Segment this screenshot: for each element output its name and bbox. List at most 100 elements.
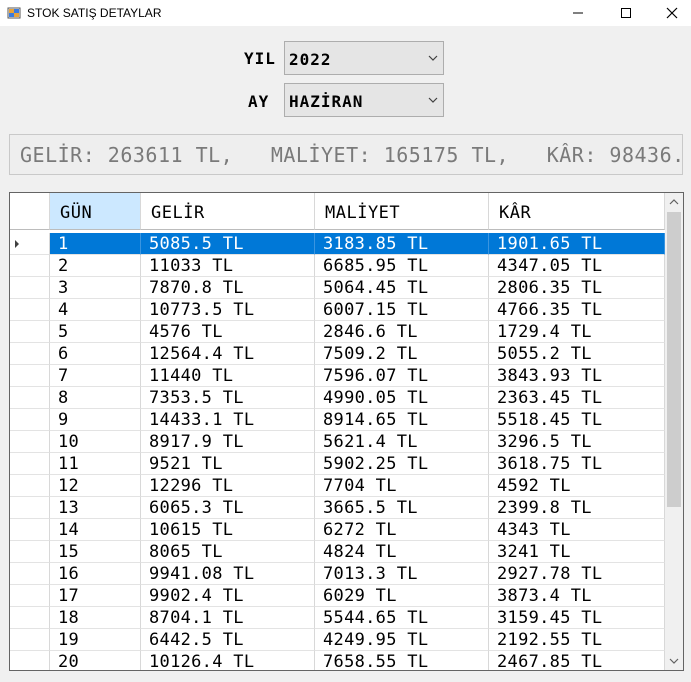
row-header[interactable] [10,321,50,343]
cell-revenue[interactable]: 11033 TL [141,255,315,277]
summary-textbox[interactable]: GELİR: 263611 TL, MALİYET: 165175 TL, KÂ… [9,134,683,175]
row-header[interactable] [10,563,50,585]
cell-revenue[interactable]: 8917.9 TL [141,431,315,453]
month-select[interactable]: HAZİRAN [284,83,444,117]
row-header[interactable] [10,475,50,497]
cell-cost[interactable]: 7596.07 TL [315,365,489,387]
row-header[interactable] [10,277,50,299]
cell-profit[interactable]: 3843.93 TL [489,365,665,387]
cell-profit[interactable]: 2806.35 TL [489,277,665,299]
table-row[interactable]: 6 12564.4 TL 7509.2 TL 5055.2 TL [10,343,665,365]
cell-day[interactable]: 2 [50,255,141,277]
row-header[interactable] [10,541,50,563]
scrollbar-thumb[interactable] [667,212,681,507]
table-row[interactable]: 8 7353.5 TL 4990.05 TL 2363.45 TL [10,387,665,409]
row-header[interactable] [10,299,50,321]
cell-revenue[interactable]: 11440 TL [141,365,315,387]
cell-day[interactable]: 12 [50,475,141,497]
cell-revenue[interactable]: 4576 TL [141,321,315,343]
cell-cost[interactable]: 4990.05 TL [315,387,489,409]
cell-revenue[interactable]: 7353.5 TL [141,387,315,409]
vertical-scrollbar[interactable] [665,193,683,670]
table-row[interactable]: 20 10126.4 TL 7658.55 TL 2467.85 TL [10,651,665,670]
row-header[interactable] [10,343,50,365]
table-row[interactable]: 13 6065.3 TL 3665.5 TL 2399.8 TL [10,497,665,519]
cell-cost[interactable]: 4824 TL [315,541,489,563]
maximize-button[interactable] [603,0,649,26]
table-row[interactable]: 9 14433.1 TL 8914.65 TL 5518.45 TL [10,409,665,431]
table-row[interactable]: 5 4576 TL 2846.6 TL 1729.4 TL [10,321,665,343]
column-header-day[interactable]: GÜN [50,193,141,230]
cell-day[interactable]: 7 [50,365,141,387]
table-row[interactable]: 3 7870.8 TL 5064.45 TL 2806.35 TL [10,277,665,299]
cell-day[interactable]: 16 [50,563,141,585]
cell-cost[interactable]: 3665.5 TL [315,497,489,519]
year-select[interactable]: 2022 [284,41,444,75]
row-header[interactable] [10,453,50,475]
cell-day[interactable]: 15 [50,541,141,563]
table-row[interactable]: 19 6442.5 TL 4249.95 TL 2192.55 TL [10,629,665,651]
cell-profit[interactable]: 4592 TL [489,475,665,497]
cell-profit[interactable]: 1901.65 TL [489,233,665,255]
scroll-down-button[interactable] [665,652,683,670]
cell-profit[interactable]: 3618.75 TL [489,453,665,475]
cell-profit[interactable]: 3296.5 TL [489,431,665,453]
table-row[interactable]: 15 8065 TL 4824 TL 3241 TL [10,541,665,563]
sales-grid[interactable]: GÜN GELİR MALİYET KÂR 1 5085.5 TL 3183.85 … [9,192,684,671]
row-header[interactable] [10,255,50,277]
cell-day[interactable]: 14 [50,519,141,541]
cell-cost[interactable]: 6272 TL [315,519,489,541]
cell-cost[interactable]: 8914.65 TL [315,409,489,431]
cell-cost[interactable]: 6685.95 TL [315,255,489,277]
cell-profit[interactable]: 2192.55 TL [489,629,665,651]
cell-day[interactable]: 9 [50,409,141,431]
cell-cost[interactable]: 7509.2 TL [315,343,489,365]
table-row[interactable]: 1 5085.5 TL 3183.85 TL 1901.65 TL [10,233,665,255]
cell-profit[interactable]: 4347.05 TL [489,255,665,277]
cell-cost[interactable]: 7013.3 TL [315,563,489,585]
cell-day[interactable]: 5 [50,321,141,343]
minimize-button[interactable] [555,0,601,26]
cell-revenue[interactable]: 6065.3 TL [141,497,315,519]
table-row[interactable]: 7 11440 TL 7596.07 TL 3843.93 TL [10,365,665,387]
cell-revenue[interactable]: 9941.08 TL [141,563,315,585]
cell-cost[interactable]: 7658.55 TL [315,651,489,670]
cell-day[interactable]: 6 [50,343,141,365]
cell-cost[interactable]: 2846.6 TL [315,321,489,343]
cell-profit[interactable]: 2363.45 TL [489,387,665,409]
cell-day[interactable]: 20 [50,651,141,670]
cell-revenue[interactable]: 14433.1 TL [141,409,315,431]
cell-revenue[interactable]: 5085.5 TL [141,233,315,255]
cell-cost[interactable]: 7704 TL [315,475,489,497]
cell-cost[interactable]: 5544.65 TL [315,607,489,629]
cell-cost[interactable]: 6029 TL [315,585,489,607]
cell-profit[interactable]: 5518.45 TL [489,409,665,431]
table-row[interactable]: 2 11033 TL 6685.95 TL 4347.05 TL [10,255,665,277]
cell-day[interactable]: 19 [50,629,141,651]
cell-cost[interactable]: 5064.45 TL [315,277,489,299]
cell-profit[interactable]: 2399.8 TL [489,497,665,519]
table-row[interactable]: 4 10773.5 TL 6007.15 TL 4766.35 TL [10,299,665,321]
close-button[interactable] [649,0,691,26]
table-row[interactable]: 12 12296 TL 7704 TL 4592 TL [10,475,665,497]
row-header[interactable] [10,387,50,409]
cell-day[interactable]: 3 [50,277,141,299]
table-row[interactable]: 17 9902.4 TL 6029 TL 3873.4 TL [10,585,665,607]
cell-cost[interactable]: 5621.4 TL [315,431,489,453]
cell-cost[interactable]: 4249.95 TL [315,629,489,651]
cell-day[interactable]: 18 [50,607,141,629]
row-header[interactable] [10,409,50,431]
row-header[interactable] [10,233,50,255]
row-header[interactable] [10,607,50,629]
row-header[interactable] [10,629,50,651]
column-header-revenue[interactable]: GELİR [141,193,315,230]
cell-day[interactable]: 17 [50,585,141,607]
cell-revenue[interactable]: 10773.5 TL [141,299,315,321]
cell-cost[interactable]: 3183.85 TL [315,233,489,255]
cell-profit[interactable]: 3873.4 TL [489,585,665,607]
table-row[interactable]: 10 8917.9 TL 5621.4 TL 3296.5 TL [10,431,665,453]
cell-profit[interactable]: 3159.45 TL [489,607,665,629]
cell-day[interactable]: 8 [50,387,141,409]
cell-day[interactable]: 13 [50,497,141,519]
cell-profit[interactable]: 5055.2 TL [489,343,665,365]
